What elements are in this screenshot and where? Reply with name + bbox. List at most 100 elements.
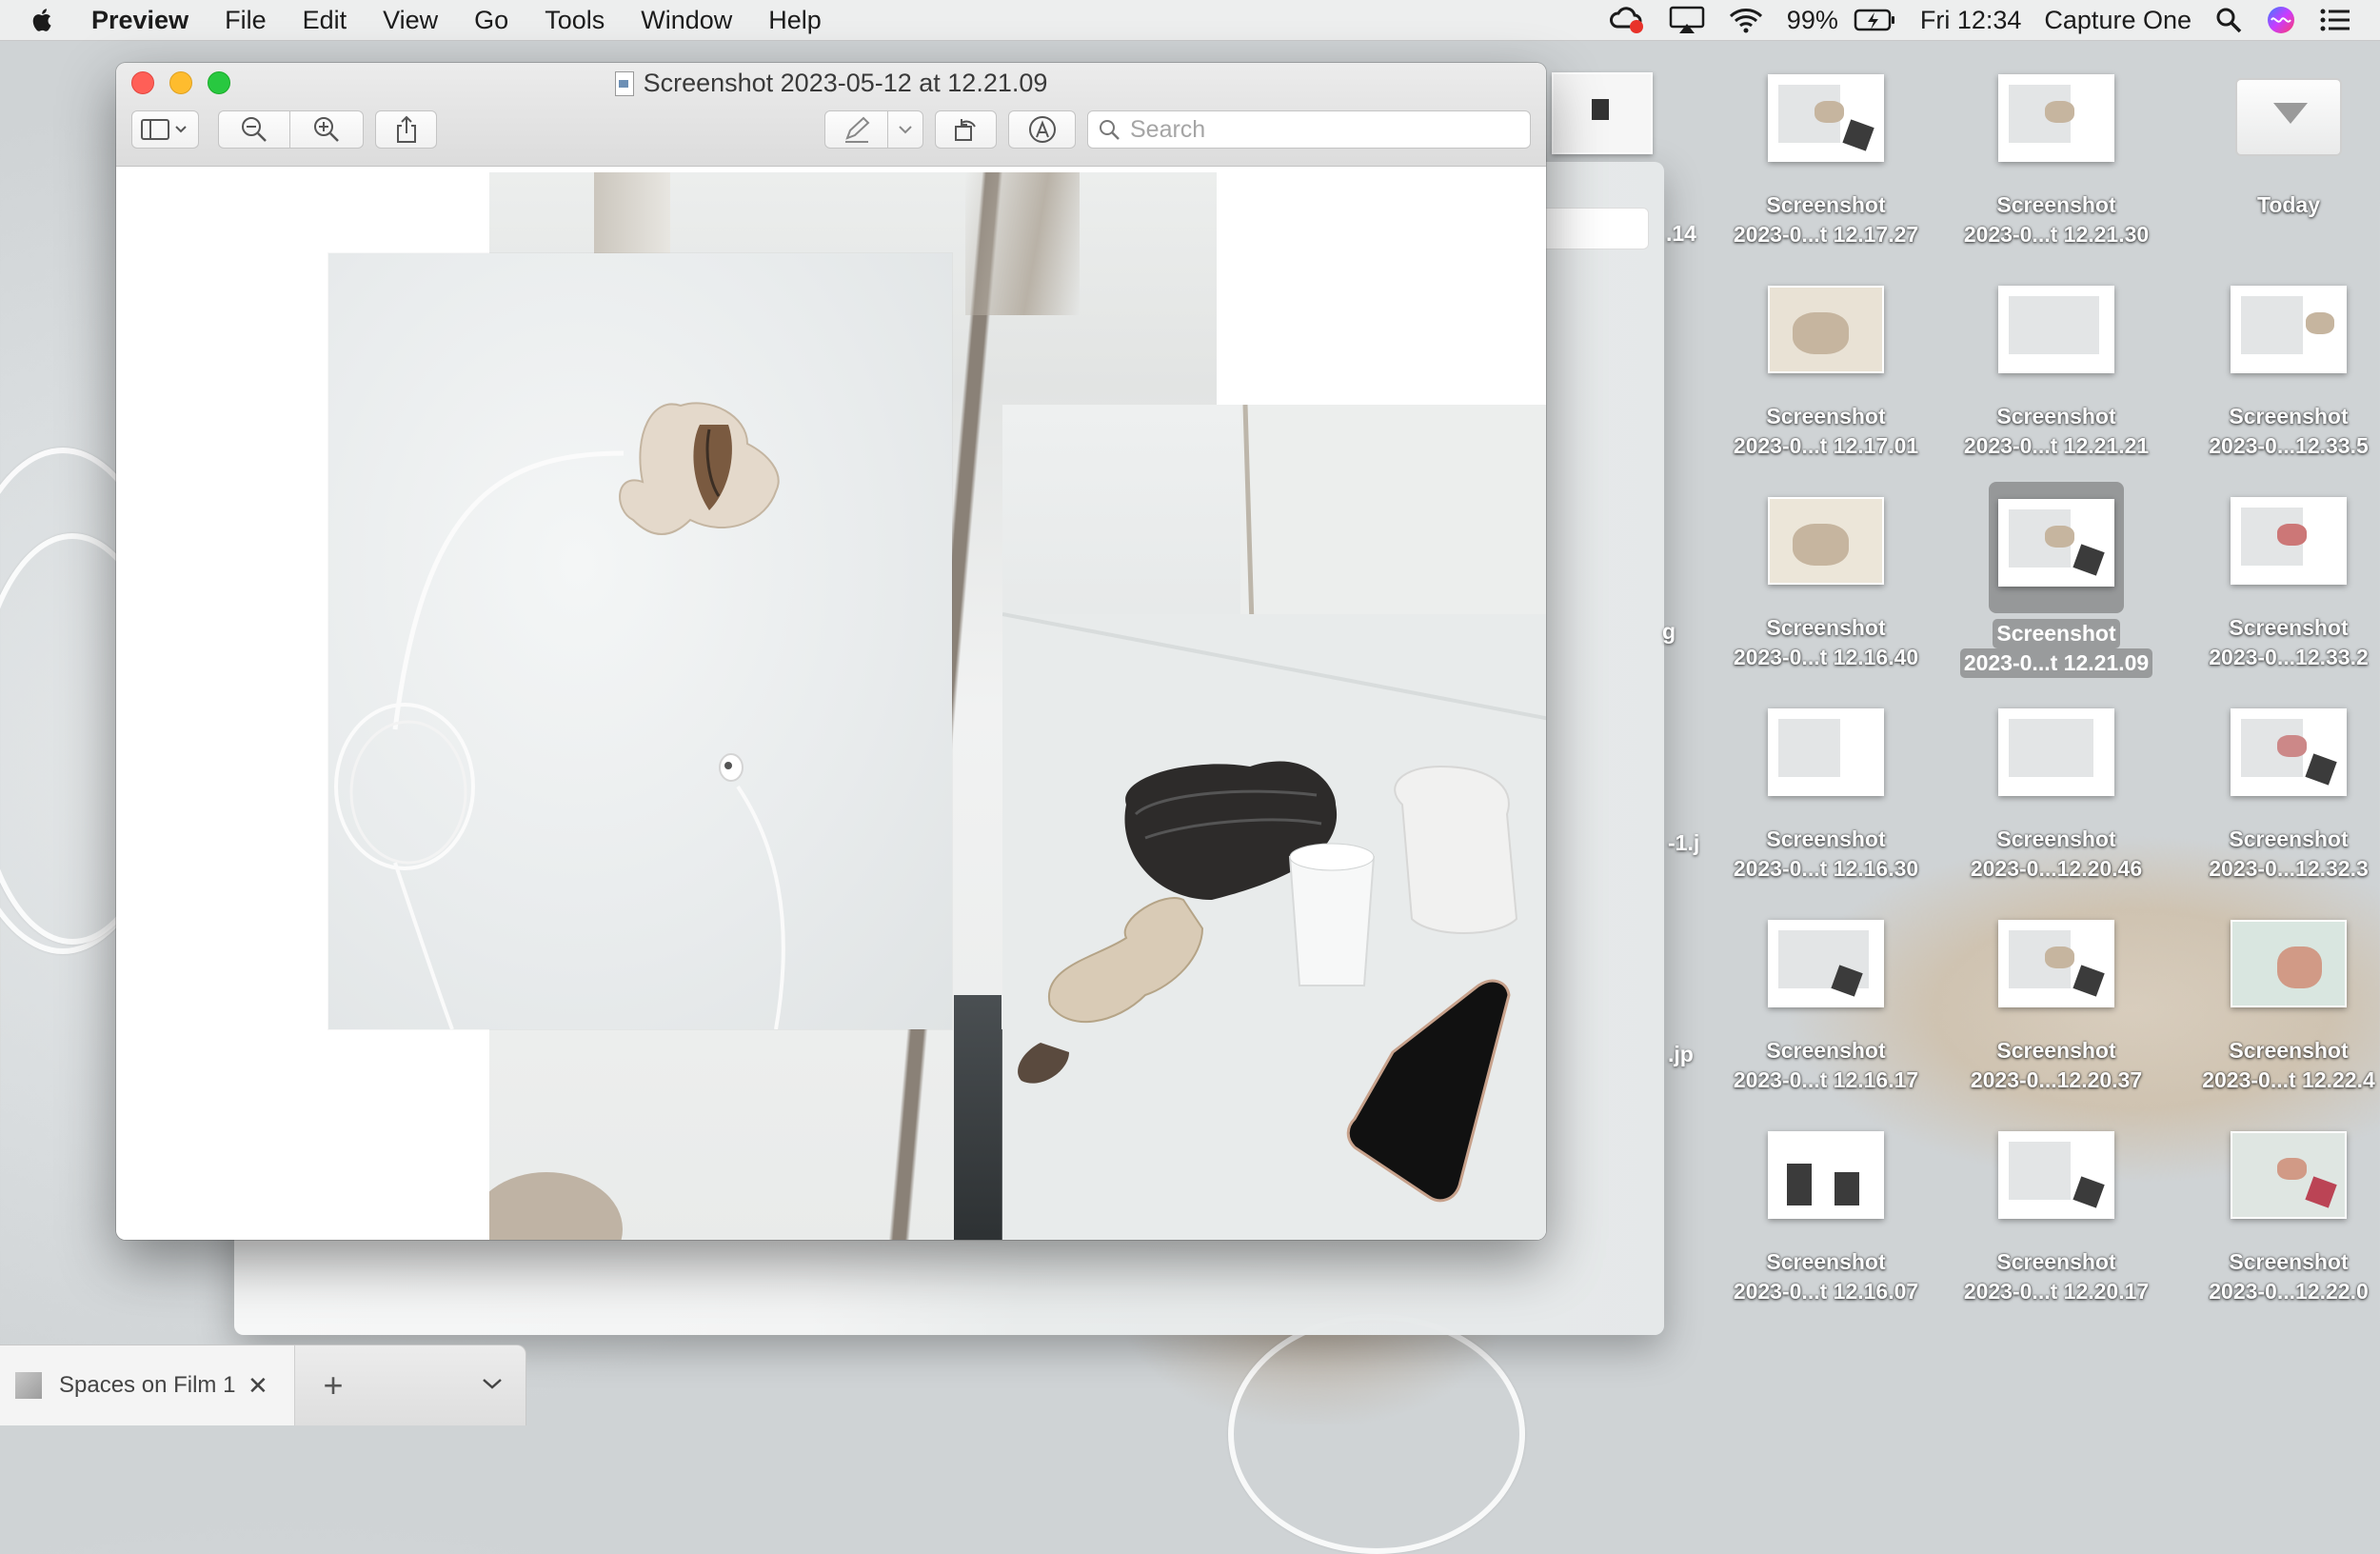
- photo-stone-and-earphones: [328, 253, 952, 1029]
- desktop-icon-screenshot[interactable]: Screenshot 2023-0...12.22.0: [2174, 1131, 2380, 1306]
- airplay-icon[interactable]: [1669, 0, 1705, 40]
- desktop-icon-today-folder[interactable]: Today: [2174, 78, 2380, 220]
- desktop-icon-sublabel: 2023-0...t 12.16.30: [1733, 856, 1919, 881]
- share-button[interactable]: [375, 110, 438, 149]
- screenshot-thumbnail: [2231, 497, 2347, 585]
- desktop-icon-label: Screenshot: [1766, 192, 1886, 217]
- browser-tab[interactable]: Spaces on Film 1 ✕: [0, 1345, 295, 1425]
- tab-list-chevron-down-icon[interactable]: [482, 1377, 503, 1395]
- menu-file[interactable]: File: [207, 0, 285, 40]
- desktop-icon-screenshot[interactable]: Screenshot 2023-0...t 12.21.30: [1942, 74, 2171, 249]
- creative-cloud-icon[interactable]: [1608, 0, 1646, 40]
- desktop-icon-screenshot[interactable]: Screenshot 2023-0...t 12.16.30: [1712, 708, 1940, 884]
- browser-tab-bar: Spaces on Film 1 ✕ +: [0, 1345, 526, 1425]
- siri-icon[interactable]: [2266, 0, 2296, 40]
- desktop-icon-label: Screenshot: [1996, 192, 2116, 217]
- screenshot-thumbnail: [2231, 920, 2347, 1007]
- window-titlebar[interactable]: Screenshot 2023-05-12 at 12.21.09: [116, 63, 1546, 167]
- markup-icon: [1028, 116, 1056, 143]
- desktop-icon-sublabel: 2023-0...12.33.2: [2209, 645, 2369, 669]
- active-app-name[interactable]: Capture One: [2044, 0, 2192, 40]
- desktop-icon-label: Screenshot: [1996, 404, 2116, 428]
- zoom-in-button[interactable]: [290, 110, 365, 149]
- desktop-icon-screenshot[interactable]: Screenshot 2023-0...12.33.5: [2174, 286, 2380, 461]
- photo-dark-slab: [954, 995, 1002, 1240]
- tab-favicon-icon: [15, 1372, 42, 1399]
- desktop-icon-label: Screenshot: [2229, 615, 2349, 640]
- zoom-in-icon: [314, 117, 340, 142]
- desktop-icon-screenshot[interactable]: Screenshot 2023-0...t 12.16.17: [1712, 920, 1940, 1095]
- sidebar-toggle-button[interactable]: [131, 110, 199, 149]
- desktop-icon-label: Screenshot: [1766, 827, 1886, 851]
- document-canvas[interactable]: [116, 167, 1546, 1240]
- tab-close-icon[interactable]: ✕: [248, 1371, 268, 1401]
- desktop-icon-sublabel: 2023-0...12.20.37: [1970, 1067, 2143, 1092]
- spotlight-search-icon[interactable]: [2214, 0, 2243, 40]
- desktop-icon-sublabel: 2023-0...12.33.5: [2209, 433, 2369, 458]
- desktop-partial-label: -1.j: [1668, 830, 1700, 855]
- screenshot-thumbnail: [2231, 708, 2347, 796]
- desktop-icon-sublabel: 2023-0...t 12.20.17: [1963, 1279, 2150, 1304]
- document-proxy-icon[interactable]: [614, 70, 634, 96]
- menu-help[interactable]: Help: [750, 0, 840, 40]
- selection-highlight: [1989, 482, 2124, 613]
- desktop-icon-screenshot[interactable]: Screenshot 2023-0...t 12.22.4: [2174, 920, 2380, 1095]
- menu-tools[interactable]: Tools: [526, 0, 623, 40]
- share-icon: [396, 115, 416, 143]
- markup-pen-dropdown[interactable]: [887, 110, 924, 149]
- screenshot-thumbnail: [1998, 708, 2114, 796]
- desktop-icon-label: Screenshot: [1766, 404, 1886, 428]
- desktop-icon-sublabel: 2023-0...12.20.46: [1970, 856, 2143, 881]
- zoom-out-button[interactable]: [217, 110, 291, 149]
- desktop-icon-sublabel: 2023-0...t 12.21.21: [1963, 433, 2150, 458]
- window-title-text: Screenshot 2023-05-12 at 12.21.09: [643, 69, 1048, 97]
- apple-menu-icon[interactable]: [29, 6, 57, 34]
- desktop-icon-screenshot[interactable]: Screenshot 2023-0...12.20.46: [1942, 708, 2171, 884]
- search-input[interactable]: [1128, 114, 1513, 145]
- screenshot-thumbnail: [1998, 286, 2114, 373]
- desktop-icon-screenshot[interactable]: Screenshot 2023-0...t 12.17.27: [1712, 74, 1940, 249]
- menu-edit[interactable]: Edit: [285, 0, 366, 40]
- desktop-icon-label: Screenshot: [2229, 827, 2349, 851]
- desktop-icon-sublabel: 2023-0...t 12.16.40: [1733, 645, 1919, 669]
- window-title: Screenshot 2023-05-12 at 12.21.09: [116, 69, 1546, 98]
- menu-app-preview[interactable]: Preview: [82, 0, 207, 40]
- desktop-icon-screenshot[interactable]: Screenshot 2023-0...t 12.21.21: [1942, 286, 2171, 461]
- desktop-icon-screenshot[interactable]: Screenshot 2023-0...12.33.2: [2174, 497, 2380, 672]
- battery-charging-icon[interactable]: [1854, 0, 1897, 40]
- desktop-icon-screenshot-selected[interactable]: Screenshot 2023-0...t 12.21.09: [1942, 482, 2171, 678]
- screenshot-thumbnail: [1768, 74, 1884, 162]
- battery-percent: 99%: [1786, 5, 1838, 34]
- menu-window[interactable]: Window: [623, 0, 750, 40]
- notification-center-icon[interactable]: [2319, 0, 2351, 40]
- markup-pen-button[interactable]: [824, 110, 888, 149]
- wifi-icon[interactable]: [1728, 0, 1764, 40]
- desktop-icon-screenshot[interactable]: Screenshot 2023-0...t 12.16.07: [1712, 1131, 1940, 1306]
- preview-window[interactable]: Screenshot 2023-05-12 at 12.21.09: [116, 63, 1546, 1240]
- desktop-icon-screenshot[interactable]: Screenshot 2023-0...t 12.20.17: [1942, 1131, 2171, 1306]
- toolbar: [131, 109, 1532, 150]
- desktop-icon-label: Screenshot: [2229, 1249, 2349, 1274]
- desktop-icon-label: Screenshot: [1993, 619, 2120, 648]
- pen-icon: [844, 116, 869, 143]
- desktop-icon-label: Today: [2256, 192, 2321, 217]
- desktop-icon-screenshot[interactable]: Screenshot 2023-0...t 12.16.40: [1712, 497, 1940, 672]
- menu-go[interactable]: Go: [456, 0, 526, 40]
- menu-view[interactable]: View: [365, 0, 456, 40]
- search-icon: [1100, 120, 1120, 140]
- rotate-button[interactable]: [935, 110, 998, 149]
- desktop-icon-screenshot[interactable]: Screenshot 2023-0...12.32.3: [2174, 708, 2380, 884]
- zoom-out-icon: [242, 117, 268, 142]
- desktop-icon-sublabel: 2023-0...t 12.17.01: [1733, 433, 1919, 458]
- desktop-icon-sublabel: 2023-0...t 12.17.27: [1733, 222, 1919, 247]
- desktop-icon-screenshot[interactable]: Screenshot 2023-0...12.20.37: [1942, 920, 2171, 1095]
- markup-toolbar-button[interactable]: [1008, 110, 1076, 149]
- desktop-icon-screenshot[interactable]: Screenshot 2023-0...t 12.17.01: [1712, 286, 1940, 461]
- background-window-thumbnail: [1552, 72, 1653, 154]
- search-field[interactable]: [1087, 110, 1532, 149]
- new-tab-button[interactable]: +: [295, 1365, 371, 1405]
- menubar-clock[interactable]: Fri 12:34: [1920, 0, 2022, 40]
- sidebar-icon: [141, 119, 188, 140]
- desktop-icon-label: Screenshot: [1766, 1249, 1886, 1274]
- desktop-icon-label: Screenshot: [1766, 1038, 1886, 1063]
